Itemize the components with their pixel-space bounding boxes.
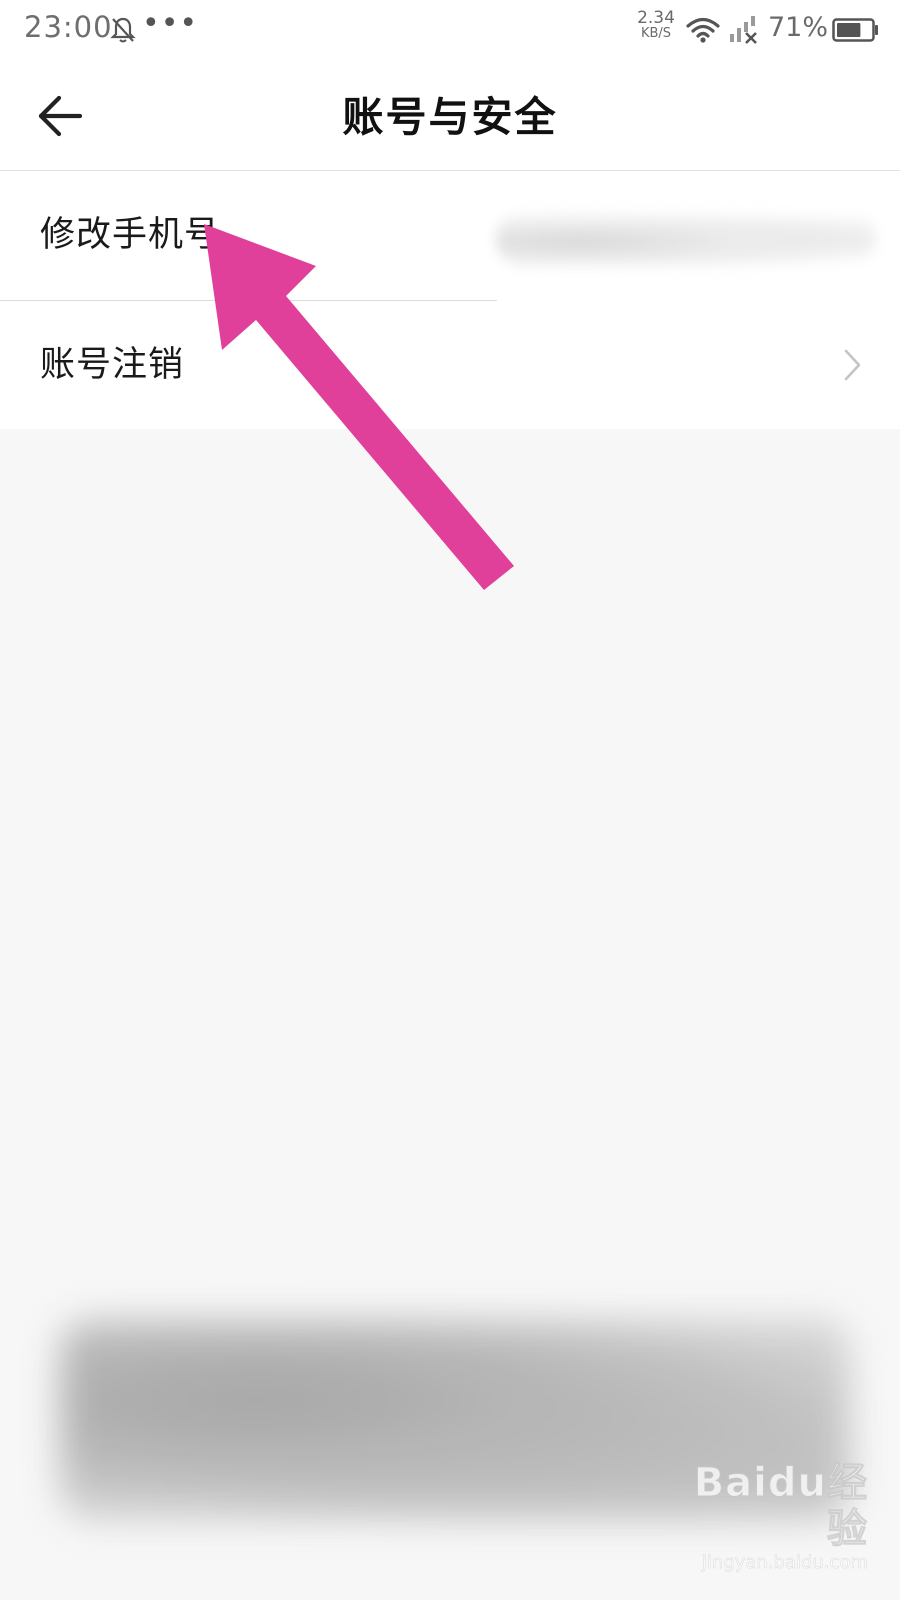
watermark-sub: jingyan.baidu.com: [701, 1552, 869, 1574]
wifi-icon: [686, 17, 720, 43]
baidu-jingyan-watermark: Baidu经验 jingyan.baidu.com: [668, 1460, 868, 1574]
battery-icon: [832, 18, 878, 42]
status-bar: 23:00 ••• 2.34 KB/S 71%: [0, 0, 900, 64]
change-phone-label: 修改手机号: [40, 215, 221, 255]
chevron-right-icon: [844, 349, 861, 381]
page-title: 账号与安全: [342, 93, 558, 141]
watermark-main: Baidu经验: [693, 1460, 868, 1553]
settings-list: 修改手机号 账号注销: [0, 171, 900, 429]
bell-muted-icon: [110, 17, 136, 43]
network-speed-value: 2.34: [637, 8, 675, 28]
phone-number-blurred: [496, 211, 876, 267]
network-speed-unit: KB/S: [640, 26, 672, 41]
network-speed: 2.34 KB/S: [634, 10, 678, 42]
signal-no-sim-icon: [730, 16, 757, 44]
battery-percent: 71%: [768, 12, 829, 43]
account-deletion-item[interactable]: 账号注销: [0, 301, 900, 429]
more-notifications-icon: •••: [142, 6, 199, 41]
change-phone-item[interactable]: 修改手机号: [0, 171, 900, 301]
account-deletion-label: 账号注销: [40, 345, 185, 385]
header-bar: 账号与安全: [0, 64, 900, 171]
status-time: 23:00: [24, 10, 113, 44]
